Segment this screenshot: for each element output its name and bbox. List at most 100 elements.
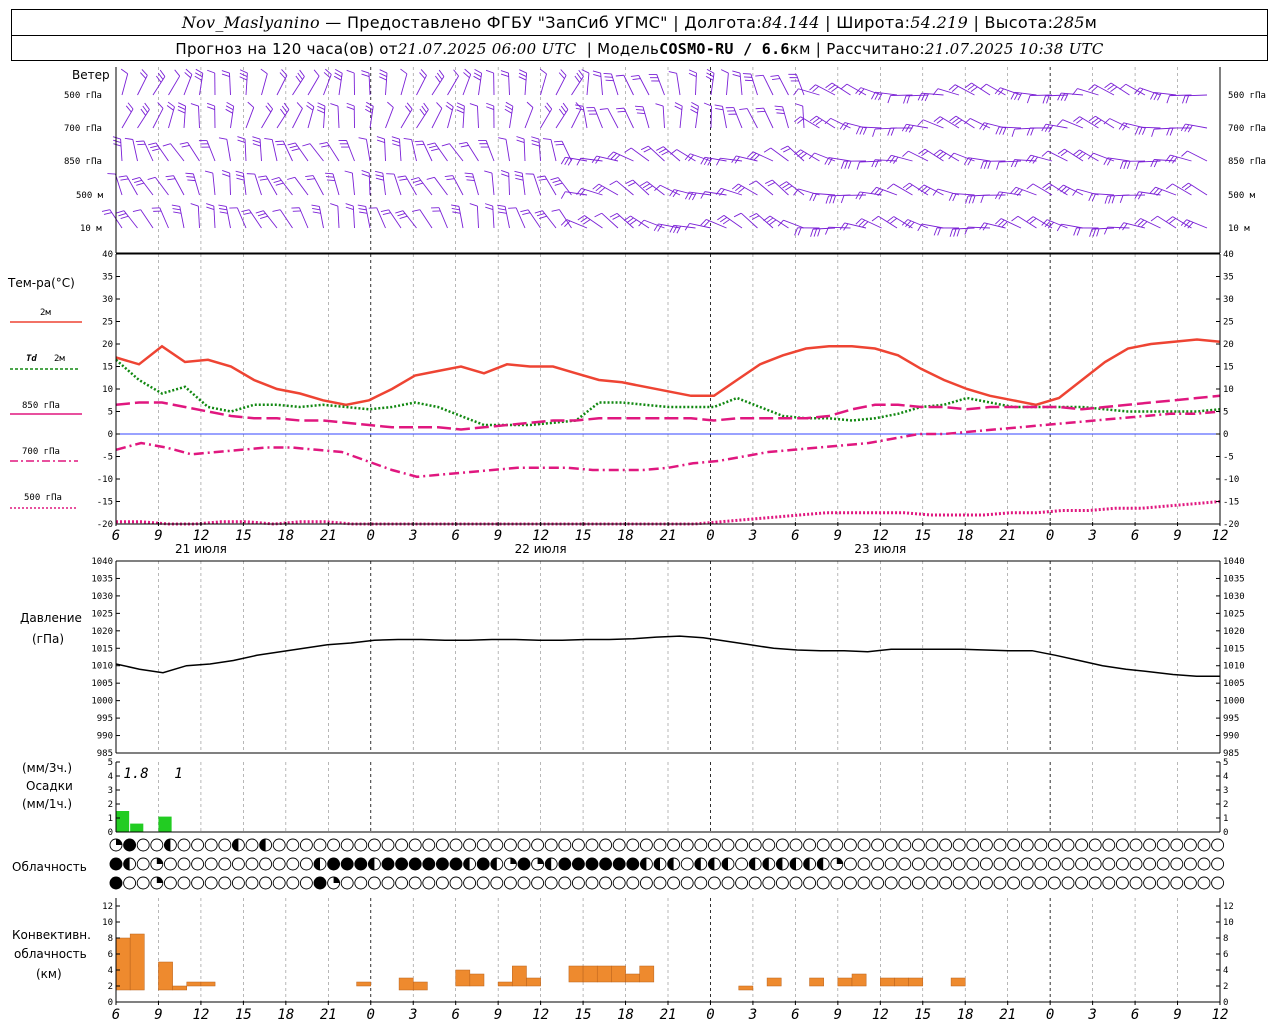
convective-bar [880,977,895,987]
cloud-cover-symbol [191,838,205,852]
wind-barb-flag [247,101,255,108]
wind-barb-flag [753,154,760,161]
wind-barb-flag [522,212,531,216]
wind-barb-flag [134,179,142,183]
wind-barb-flag [207,106,215,110]
wind-barb-flag [560,191,566,199]
wind-barb-flag [344,170,353,174]
wind-barb-flag [577,215,585,221]
wind-barb-flag [1079,153,1086,159]
cloud-cover-symbol [979,838,993,852]
wind-barb [746,108,758,129]
legend-td2m: 2м [54,354,65,364]
wind-barb-flag [1137,88,1144,96]
cloud-cover-symbol [1061,838,1075,852]
wind-barb-flag [767,182,776,187]
wind-barb-flag [118,213,127,217]
cloud-cover-fill [836,858,843,864]
wind-barb-flag [281,69,288,76]
wind-barb-flag [1184,184,1192,191]
y-tick-label-right: 990 [1223,732,1239,742]
wind-barb-flag [539,215,547,220]
cloud-cover-symbol [1075,838,1089,852]
cloud-cover-symbol [1007,857,1021,871]
legend-t500: 500 гПа [24,493,62,503]
precip-3h-label: 1 [174,766,182,782]
wind-barb-flag [218,137,227,140]
cloud-cover-symbol [735,876,749,890]
wind-barb-flag [287,176,296,180]
wind-barb-flag [452,211,461,214]
wind-barb [893,183,913,196]
wind-barb-flag [500,73,509,77]
wind-barb-flag [453,69,459,77]
wind-barb-flag [610,153,617,160]
wind-barb [271,139,278,162]
wind-barb-flag [419,108,425,116]
wind-barb-flag [1010,159,1015,168]
wind-barb-flag [505,101,514,107]
wind-barb-flag [1134,87,1141,95]
x-tick-label: 9 [494,528,502,544]
cloud-cover-fill [463,858,470,870]
cloud-cover-symbol [653,876,667,890]
x-tick-label: 3 [408,528,417,544]
wind-barb-flag [335,68,343,74]
wind-barb-flag [257,213,266,217]
cloud-cover-symbol [204,838,218,852]
cloud-cover-symbol [803,876,817,890]
wind-barb-flag [674,102,683,107]
x-tick-label: 21 [999,1007,1016,1023]
wind-barb-flag [260,68,268,75]
wind-barb-flag [399,178,408,181]
wind-barb-flag [306,178,315,181]
x-tick-label: 15 [235,1007,252,1023]
wind-barb-flag [555,143,564,146]
wind-barb-flag [933,227,938,236]
wind-barb-flag [326,179,335,182]
wind-barb-flag [793,188,799,196]
wind-barb-flag [375,174,384,178]
wind-barb-flag [312,211,321,214]
cloud-cover-symbol [1007,838,1021,852]
wind-barb-flag [218,204,227,207]
wind-barb-flag [815,119,823,126]
x-tick-label: 18 [277,1007,294,1023]
wind-barb [1032,183,1053,196]
y-tick-label-right: 20 [1223,340,1234,350]
wind-barb-flag [1063,187,1070,194]
x-tick-label: 0 [367,1007,375,1023]
wind-barb-flag [998,192,1004,200]
x-tick-label: 0 [706,528,714,544]
x-tick-label: 18 [957,528,974,544]
wind-barb-flag [1141,127,1146,135]
wind-barb-flag [776,112,785,115]
wind-barb-flag [794,227,798,236]
x-tick-label: 12 [1212,1007,1229,1023]
wind-barb-flag [1151,128,1155,137]
wind-barb-flag [558,72,565,79]
cloud-cover-symbol [245,838,259,852]
cloud-cover-symbol [1061,876,1075,890]
wind-barb-flag [917,92,922,101]
cloud-cover-symbol [218,876,232,890]
cloud-cover-fill [776,858,783,870]
y-tick-label-right: 1040 [1223,557,1245,567]
wind-barb-flag [594,212,602,218]
cloud-cover-symbol [136,876,150,890]
wind-barb-flag [190,103,199,107]
meteogram: 1.8 1 6 9 12 15 18 21 0 3 6 9 12 15 18 21 0 3 6 9 12 15 18 21 0… [7,67,1266,1023]
wind-barb-flag [413,179,421,184]
cloud-cover-symbol [435,876,449,890]
cloud-cover-symbol [367,876,381,890]
wind-barb-flag [1088,84,1095,91]
wind-barb-flag [905,184,913,191]
wind-barb-flag [890,127,895,136]
wind-barb-flag [936,151,944,157]
cloud-cover-symbol [245,857,259,871]
wind-barb-flag [1060,150,1068,157]
wind-barb-flag [142,105,148,113]
wind-barb-flag [887,95,891,104]
precip-bar [158,816,172,832]
wind-barb-flag [380,209,389,213]
